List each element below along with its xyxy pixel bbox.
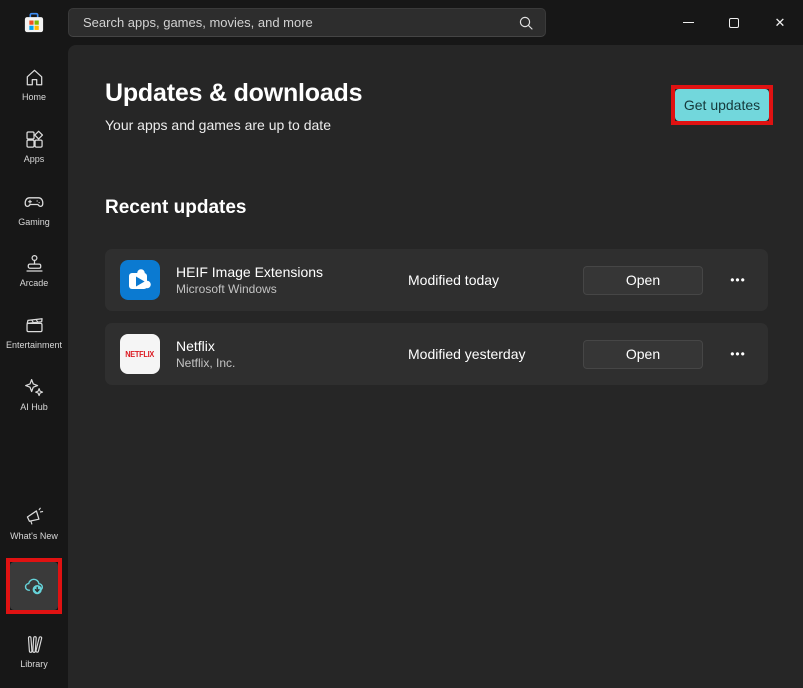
recent-updates-list: HEIF Image Extensions Microsoft Windows …	[105, 249, 768, 385]
update-name-block: Netflix Netflix, Inc.	[176, 338, 391, 371]
update-modified: Modified yesterday	[391, 346, 583, 362]
annotation-box-downloads	[6, 558, 62, 614]
update-publisher: Microsoft Windows	[176, 283, 391, 296]
search-input[interactable]: Search apps, games, movies, and more	[68, 8, 546, 37]
sidebar-item-downloads-selected[interactable]	[10, 562, 58, 610]
update-publisher: Netflix, Inc.	[176, 357, 391, 370]
sidebar-item-library[interactable]: Library	[0, 620, 68, 682]
close-icon: ✕	[775, 16, 786, 29]
update-row-netflix[interactable]: NETFLIX Netflix Netflix, Inc. Modified y…	[105, 323, 768, 385]
ai-hub-icon	[23, 376, 46, 399]
cloud-download-icon	[22, 574, 47, 599]
page-header: Updates & downloads Your apps and games …	[68, 45, 803, 133]
annotation-box-get-updates: Get updates	[671, 85, 773, 125]
apps-icon	[23, 128, 46, 151]
update-modified: Modified today	[391, 272, 583, 288]
update-name-block: HEIF Image Extensions Microsoft Windows	[176, 264, 391, 297]
recent-updates-heading: Recent updates	[105, 197, 803, 219]
window-controls: ✕	[665, 0, 803, 45]
update-row-heif[interactable]: HEIF Image Extensions Microsoft Windows …	[105, 249, 768, 311]
updates-page: Updates & downloads Your apps and games …	[68, 45, 803, 688]
store-bag-icon	[21, 10, 47, 36]
sidebar-item-arcade[interactable]: Arcade	[0, 239, 68, 301]
ellipsis-icon: •••	[730, 273, 746, 287]
sidebar-item-label: Entertainment	[6, 341, 62, 350]
maximize-button[interactable]	[711, 0, 757, 45]
sidebar-item-label: Home	[22, 93, 46, 102]
sidebar-item-label: Gaming	[18, 218, 50, 227]
search-icon[interactable]	[517, 14, 535, 37]
sidebar-item-ai-hub[interactable]: AI Hub	[0, 363, 68, 425]
arcade-icon	[23, 252, 46, 275]
open-button[interactable]: Open	[583, 266, 703, 295]
sidebar-item-label: AI Hub	[20, 403, 48, 412]
library-icon	[23, 633, 46, 656]
update-name: Netflix	[176, 338, 391, 355]
heif-app-icon	[120, 260, 160, 300]
gaming-icon	[22, 190, 46, 214]
netflix-app-icon: NETFLIX	[120, 334, 160, 374]
whats-new-icon	[23, 505, 46, 528]
open-button[interactable]: Open	[583, 340, 703, 369]
update-name: HEIF Image Extensions	[176, 264, 391, 281]
sidebar-item-apps[interactable]: Apps	[0, 115, 68, 177]
home-icon	[23, 66, 46, 89]
sidebar-bottom-group: What's New Library	[0, 492, 68, 688]
sidebar-item-label: Apps	[24, 155, 45, 164]
close-button[interactable]: ✕	[757, 0, 803, 45]
sidebar-item-label: Library	[20, 660, 48, 669]
get-updates-button[interactable]: Get updates	[675, 89, 769, 121]
titlebar: Search apps, games, movies, and more ✕	[0, 0, 803, 45]
more-options-button[interactable]: •••	[721, 266, 755, 295]
sidebar-item-home[interactable]: Home	[0, 53, 68, 115]
entertainment-icon	[23, 314, 46, 337]
ellipsis-icon: •••	[730, 347, 746, 361]
minimize-button[interactable]	[665, 0, 711, 45]
search-placeholder: Search apps, games, movies, and more	[83, 15, 313, 30]
more-options-button[interactable]: •••	[721, 340, 755, 369]
sidebar-item-label: Arcade	[20, 279, 49, 288]
maximize-icon	[729, 18, 739, 28]
sidebar-item-whats-new[interactable]: What's New	[0, 492, 68, 554]
sidebar-item-gaming[interactable]: Gaming	[0, 177, 68, 239]
sidebar-item-entertainment[interactable]: Entertainment	[0, 301, 68, 363]
sidebar-item-label: What's New	[10, 532, 58, 541]
microsoft-store-window: Search apps, games, movies, and more ✕ H…	[0, 0, 803, 688]
netflix-logo-text: NETFLIX	[126, 350, 155, 359]
sidebar: Home Apps Gaming	[0, 45, 68, 688]
store-logo[interactable]	[0, 10, 68, 36]
minimize-icon	[683, 22, 694, 23]
